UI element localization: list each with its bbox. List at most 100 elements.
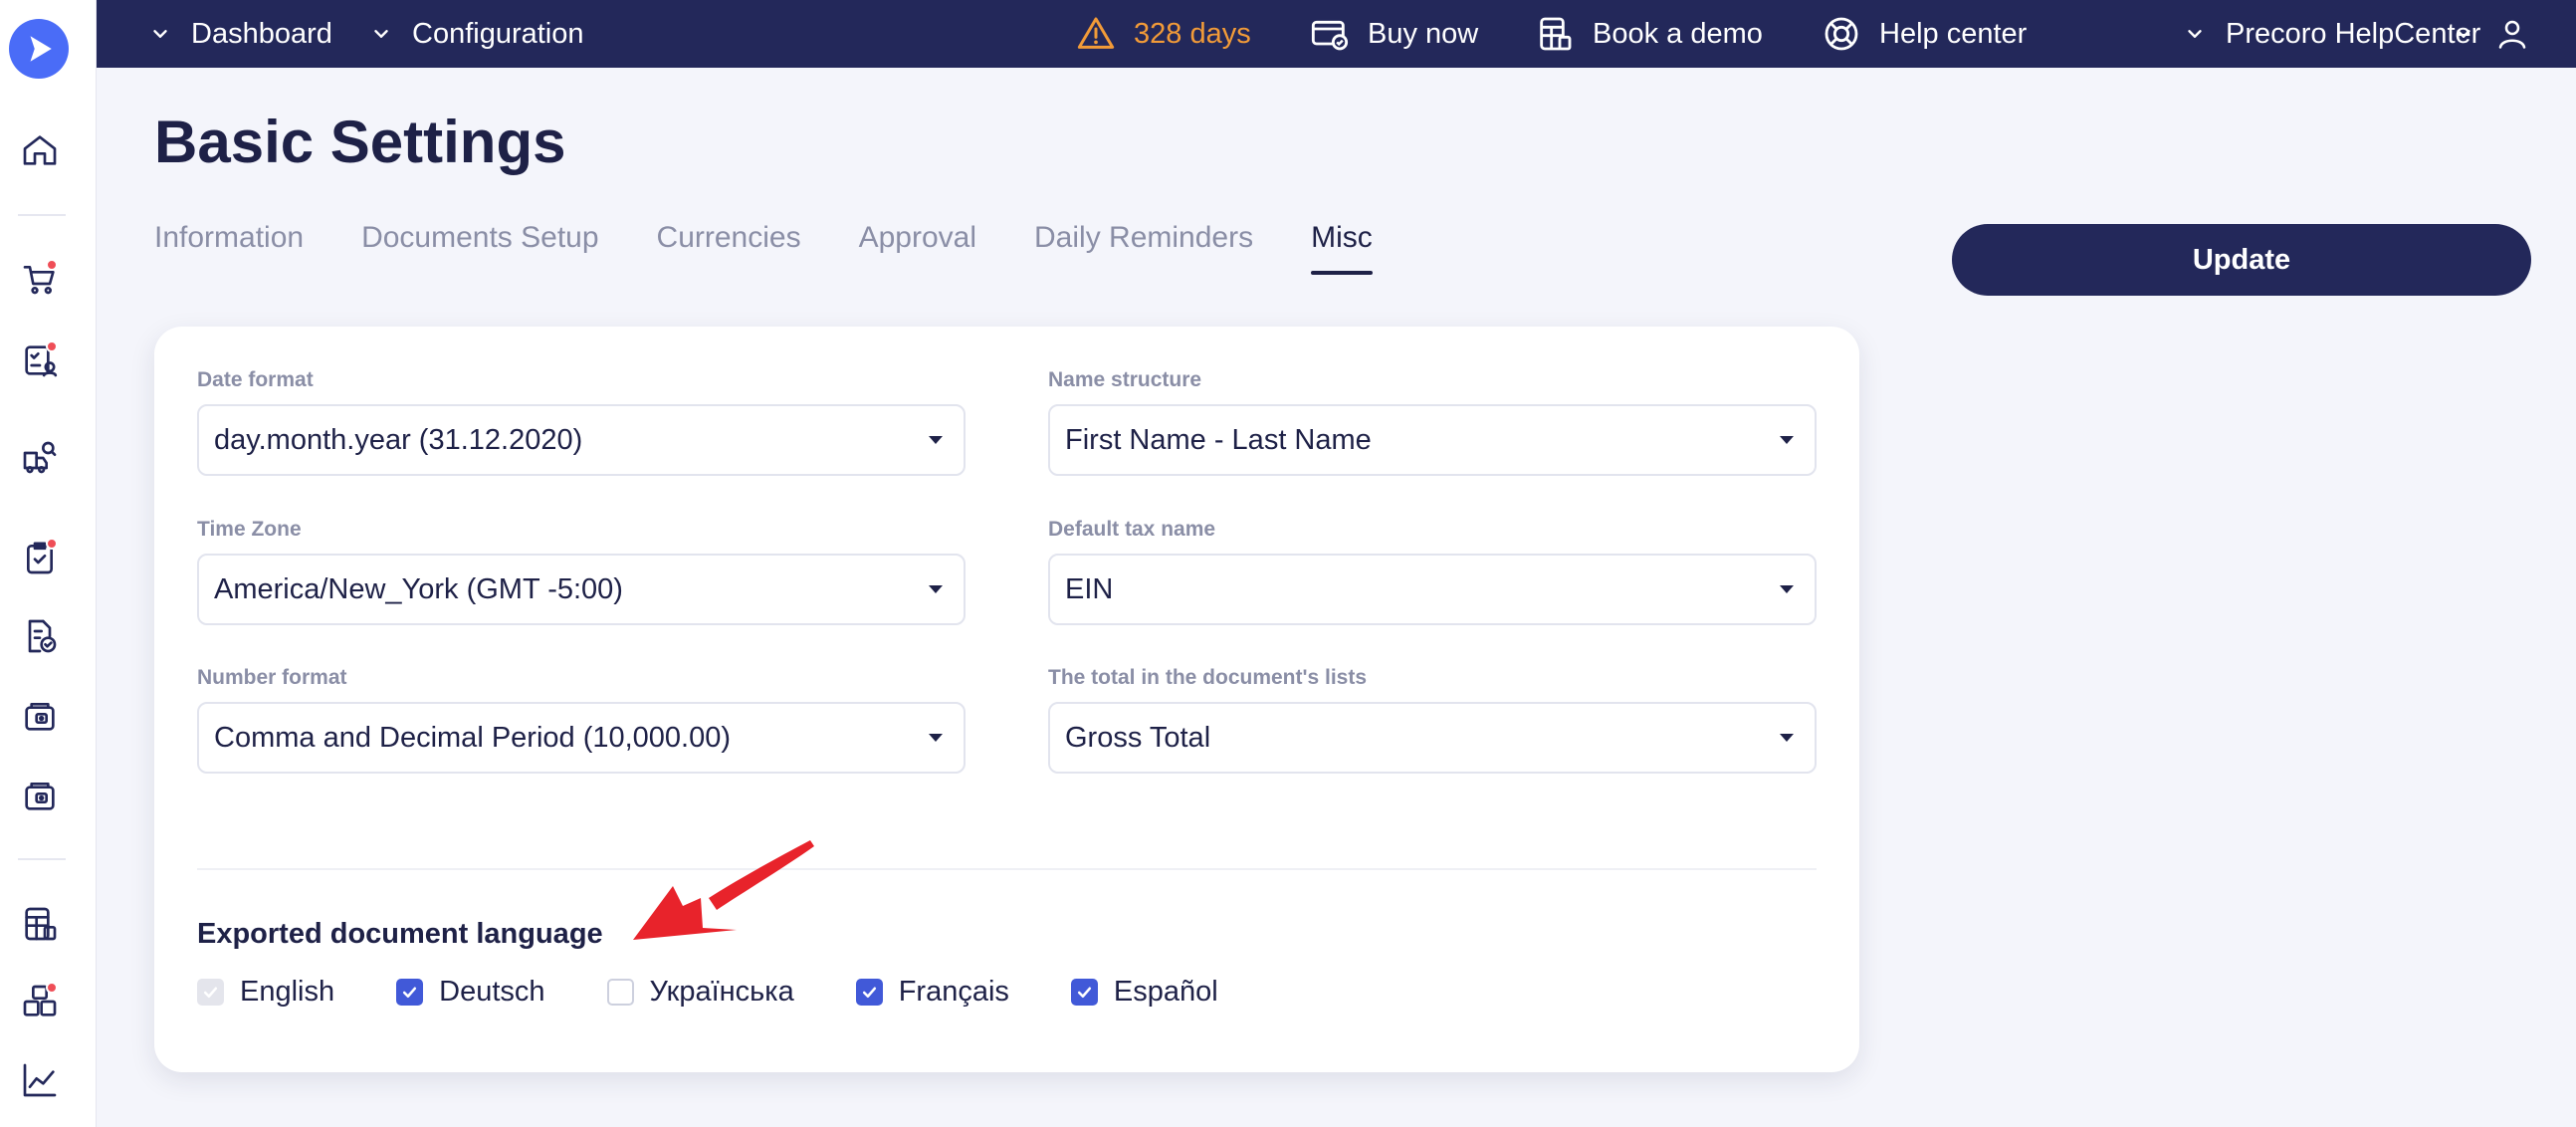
notification-badge <box>46 538 58 550</box>
total-in-lists-select[interactable]: Gross Total <box>1048 702 1817 774</box>
number-format-select[interactable]: Comma and Decimal Period (10,000.00) <box>197 702 966 774</box>
export-language-options: English Deutsch Українська Français Espa… <box>197 976 1280 1009</box>
language-label: Deutsch <box>439 976 545 1008</box>
time-zone-label: Time Zone <box>197 518 302 541</box>
time-zone-select[interactable]: America/New_York (GMT -5:00) <box>197 554 966 625</box>
help-center-link[interactable]: Help center <box>1822 0 2027 68</box>
total-in-lists-value: Gross Total <box>1065 721 1211 754</box>
number-format-field: Number format Comma and Decimal Period (… <box>197 666 966 774</box>
language-option-espanol[interactable]: Español <box>1070 976 1218 1009</box>
home-icon[interactable] <box>18 128 62 172</box>
help-center-label: Help center <box>1879 17 2028 50</box>
chevron-down-icon <box>2457 30 2470 38</box>
tab-approval[interactable]: Approval <box>859 221 976 275</box>
book-demo-link[interactable]: Book a demo <box>1535 0 1763 68</box>
user-menu[interactable] <box>2453 0 2530 68</box>
default-tax-field: Default tax name EIN <box>1048 518 1817 625</box>
number-format-label: Number format <box>197 666 347 689</box>
tab-information[interactable]: Information <box>154 221 304 275</box>
approval-list-icon[interactable] <box>18 338 62 382</box>
checkbox-espanol[interactable] <box>1070 979 1098 1006</box>
notification-badge <box>46 982 58 994</box>
warning-icon <box>1077 17 1115 49</box>
truck-search-icon[interactable] <box>18 436 62 480</box>
section-divider <box>197 868 1817 870</box>
language-label: Українська <box>649 976 794 1008</box>
configuration-label: Configuration <box>412 17 584 50</box>
settings-tabs: Information Documents Setup Currencies A… <box>154 221 1373 275</box>
chevron-down-icon <box>374 30 388 38</box>
name-structure-label: Name structure <box>1048 368 1202 391</box>
chevron-down-icon <box>153 30 167 38</box>
checkbox-deutsch[interactable] <box>396 979 424 1006</box>
name-structure-select[interactable]: First Name - Last Name <box>1048 404 1817 476</box>
language-label: Français <box>898 976 1009 1008</box>
language-option-ukrainian[interactable]: Українська <box>606 976 794 1009</box>
check-icon <box>1077 987 1092 999</box>
language-label: English <box>240 976 335 1008</box>
calendar-sheet-icon <box>1540 17 1572 51</box>
configuration-menu[interactable]: Configuration <box>370 0 584 68</box>
sidebar <box>0 0 97 1127</box>
caret-down-icon <box>1780 436 1794 444</box>
tab-documents-setup[interactable]: Documents Setup <box>361 221 598 275</box>
caret-down-icon <box>929 436 943 444</box>
precoro-logo-icon[interactable] <box>9 19 69 79</box>
date-format-field: Date format day.month.year (31.12.2020) <box>197 368 966 476</box>
date-format-value: day.month.year (31.12.2020) <box>214 423 583 456</box>
dashboard-label: Dashboard <box>191 17 332 50</box>
analytics-chart-icon[interactable] <box>18 1058 62 1102</box>
boxes-icon[interactable] <box>18 980 62 1023</box>
name-structure-field: Name structure First Name - Last Name <box>1048 368 1817 476</box>
invoice-check-icon[interactable] <box>18 614 62 658</box>
lifebuoy-icon <box>1825 17 1858 51</box>
number-format-value: Comma and Decimal Period (10,000.00) <box>214 721 732 754</box>
checkbox-francais[interactable] <box>855 979 883 1006</box>
notification-badge <box>46 340 58 352</box>
sidebar-divider <box>18 858 66 860</box>
tab-misc[interactable]: Misc <box>1311 221 1373 275</box>
checkbox-english[interactable] <box>197 979 224 1006</box>
default-tax-value: EIN <box>1065 572 1114 605</box>
check-icon <box>403 987 417 999</box>
update-button[interactable]: Update <box>1952 224 2531 296</box>
export-language-title: Exported document language <box>197 918 603 950</box>
trial-days-indicator[interactable]: 328 days <box>1076 0 1251 68</box>
buy-now-link[interactable]: Buy now <box>1310 0 1478 68</box>
company-name: Precoro HelpCenter <box>2226 17 2481 50</box>
total-in-lists-field: The total in the document's lists Gross … <box>1048 666 1817 774</box>
language-label: Español <box>1113 976 1218 1008</box>
check-icon <box>862 987 876 999</box>
caret-down-icon <box>929 585 943 593</box>
wallet-alt-icon[interactable] <box>18 774 62 817</box>
wallet-icon[interactable] <box>18 694 62 738</box>
shopping-cart-icon[interactable] <box>18 257 62 301</box>
total-in-lists-label: The total in the document's lists <box>1048 666 1368 689</box>
default-tax-label: Default tax name <box>1048 518 1216 541</box>
default-tax-select[interactable]: EIN <box>1048 554 1817 625</box>
caret-down-icon <box>1780 734 1794 742</box>
chevron-down-icon <box>2188 30 2202 38</box>
clipboard-check-icon[interactable] <box>18 536 62 579</box>
user-icon <box>2498 20 2526 49</box>
credit-card-icon <box>1311 20 1349 51</box>
top-navigation-bar: Dashboard Configuration 328 days Buy now… <box>97 0 2576 68</box>
tab-daily-reminders[interactable]: Daily Reminders <box>1034 221 1253 275</box>
company-switcher[interactable]: Precoro HelpCenter <box>2184 0 2480 68</box>
trial-days-label: 328 days <box>1134 17 1251 50</box>
notification-badge <box>46 259 58 271</box>
language-option-francais[interactable]: Français <box>855 976 1009 1009</box>
tab-currencies[interactable]: Currencies <box>657 221 801 275</box>
checkbox-ukrainian[interactable] <box>606 979 634 1006</box>
language-option-english[interactable]: English <box>197 976 334 1009</box>
time-zone-value: America/New_York (GMT -5:00) <box>214 572 623 605</box>
caret-down-icon <box>929 734 943 742</box>
check-icon <box>203 987 218 999</box>
dashboard-menu[interactable]: Dashboard <box>149 0 332 68</box>
spreadsheet-icon[interactable] <box>18 902 62 946</box>
misc-settings-card: Date format day.month.year (31.12.2020) … <box>154 327 1859 1072</box>
buy-now-label: Buy now <box>1368 17 1479 50</box>
language-option-deutsch[interactable]: Deutsch <box>396 976 545 1009</box>
name-structure-value: First Name - Last Name <box>1065 423 1372 456</box>
date-format-select[interactable]: day.month.year (31.12.2020) <box>197 404 966 476</box>
